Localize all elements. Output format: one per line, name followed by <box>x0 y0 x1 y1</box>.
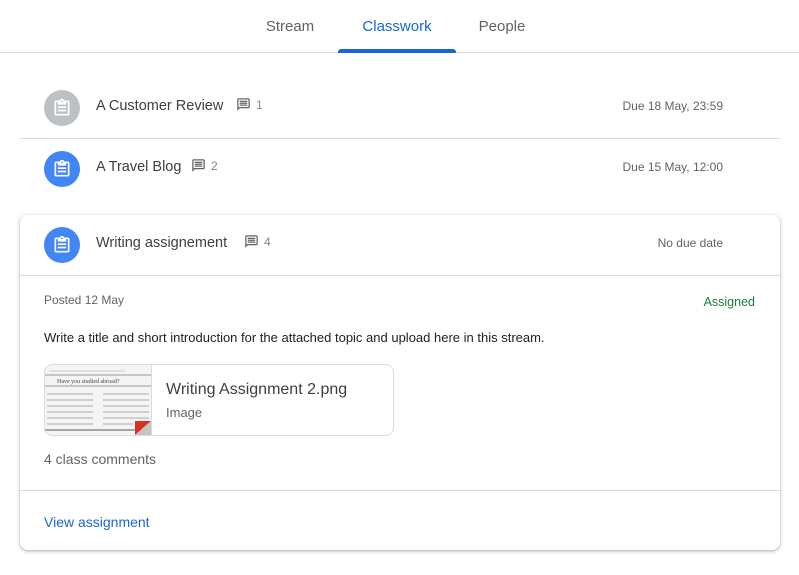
assignment-icon <box>44 90 80 126</box>
assignment-description: Write a title and short introduction for… <box>44 330 545 345</box>
comment-count: 1 <box>236 97 263 112</box>
attachment-name: Writing Assignment 2.png <box>166 381 348 398</box>
attachment-type: Image <box>166 405 203 420</box>
assignment-row-header[interactable]: Writing assignement 4 No due date <box>20 215 780 275</box>
assignment-title: A Travel Blog <box>96 159 182 175</box>
due-date: Due 15 May, 12:00 <box>622 160 723 174</box>
due-date: No due date <box>657 236 723 250</box>
active-tab-indicator <box>338 49 456 53</box>
comment-count: 4 <box>244 234 271 249</box>
comment-count-value: 1 <box>256 97 263 112</box>
due-date: Due 18 May, 23:59 <box>622 99 723 113</box>
class-comments-link[interactable]: 4 class comments <box>44 451 156 467</box>
assignment-title: A Customer Review <box>96 98 224 114</box>
tab-people-label: People <box>478 17 526 35</box>
posted-date: Posted 12 May <box>44 293 125 307</box>
assignment-title: Writing assignement <box>96 235 228 251</box>
comment-icon <box>245 235 258 248</box>
tab-people[interactable]: People <box>468 0 536 52</box>
comment-count-value: 4 <box>264 234 271 249</box>
thumbnail-heading: Have you studied abroad? <box>57 379 120 385</box>
assignment-icon <box>44 151 80 187</box>
card-divider <box>20 275 780 276</box>
attachment-thumbnail: Have you studied abroad? <box>45 365 152 435</box>
status-badge: Assigned <box>703 295 755 309</box>
comment-count-value: 2 <box>211 158 218 173</box>
tab-stream-label: Stream <box>265 17 315 35</box>
tab-classwork-label: Classwork <box>362 17 432 35</box>
expanded-assignment-card: Writing assignement 4 No due date Posted… <box>20 215 780 550</box>
view-assignment-link[interactable]: View assignment <box>44 514 150 530</box>
card-footer-divider <box>20 490 780 491</box>
comment-icon <box>237 98 250 111</box>
comment-icon <box>192 159 205 172</box>
assignment-row[interactable]: A Customer Review 1 Due 18 May, 23:59 <box>20 78 780 138</box>
assignment-row[interactable]: A Travel Blog 2 Due 15 May, 12:00 <box>20 139 780 199</box>
tab-stream[interactable]: Stream <box>254 0 326 52</box>
classroom-tabs: Stream Classwork People <box>0 0 799 53</box>
attachment-card[interactable]: Have you studied abroad? Writing Assignm… <box>44 364 394 436</box>
tab-classwork[interactable]: Classwork <box>338 0 456 53</box>
comment-count: 2 <box>191 158 218 173</box>
assignment-icon <box>44 227 80 263</box>
